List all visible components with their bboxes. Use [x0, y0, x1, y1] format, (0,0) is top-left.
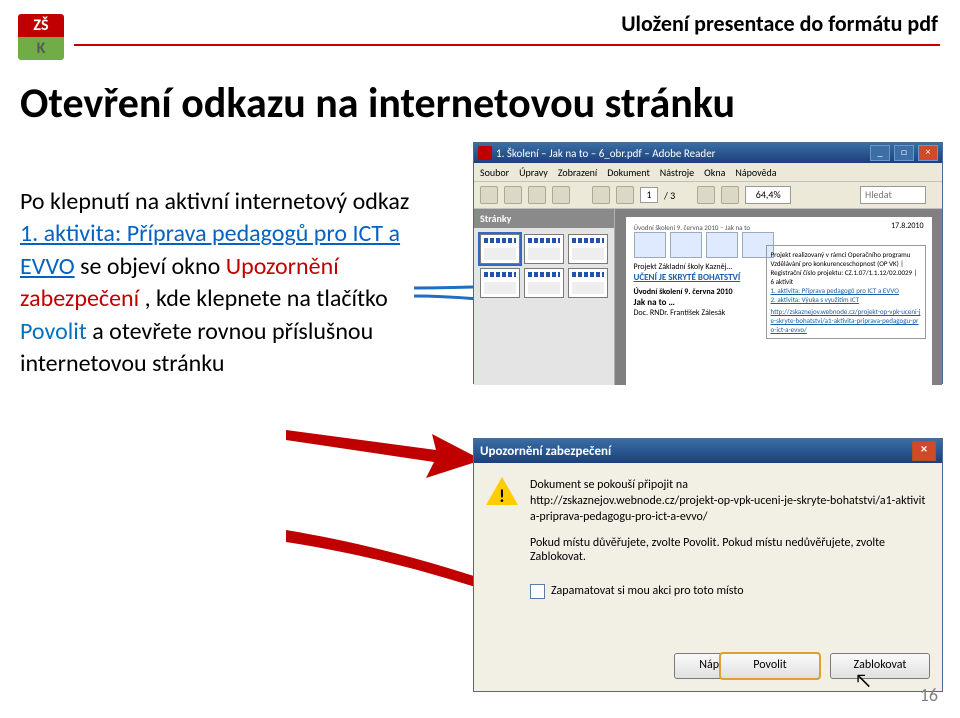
pdf-minimize-button[interactable]: _ — [870, 145, 890, 161]
menu-soubor[interactable]: Soubor — [480, 166, 509, 179]
allow-button[interactable]: Povolit — [720, 653, 820, 679]
pdf-toolbar: 1 / 3 64,4% Hledat — [474, 182, 942, 209]
prev-page-icon[interactable] — [592, 186, 610, 204]
zoom-in-icon[interactable] — [721, 186, 739, 204]
zoom-out-icon[interactable] — [697, 186, 715, 204]
remember-checkbox[interactable] — [530, 584, 545, 599]
find-field[interactable]: Hledat — [860, 186, 926, 204]
thumbnail-5[interactable] — [524, 268, 564, 298]
pdf-page-viewport[interactable]: 17.8.2010 Úvodní školení 9. června 2010 … — [615, 209, 942, 385]
remember-label: Zapamatovat si mou akci pro toto místo — [551, 584, 744, 598]
doc-right-desc: Projekt realizovaný v rámci Operačního p… — [771, 250, 921, 286]
dialog-trust-text: Pokud místu důvěřujete, zvolte Povolit. … — [474, 530, 942, 564]
dialog-line1: Dokument se pokouší připojit na — [530, 477, 930, 493]
menu-napoveda[interactable]: Nápověda — [735, 166, 776, 179]
page-number-field[interactable]: 1 — [640, 187, 658, 203]
thumbnail-2[interactable] — [524, 234, 564, 264]
red-arrow-1 — [286, 410, 486, 490]
slide-page-number: 16 — [920, 684, 938, 706]
doc-link-activity-1[interactable]: 1. aktivita: Příprava pedagogů pro ICT a… — [771, 286, 921, 295]
page-total-label: / 3 — [664, 189, 675, 202]
thumbnail-3[interactable] — [568, 234, 608, 264]
body-blue-text: Povolit — [20, 317, 87, 346]
block-button[interactable]: Zablokovat — [830, 653, 930, 679]
save-icon[interactable] — [504, 186, 522, 204]
logo-bottom-text: K — [18, 37, 64, 60]
body-p1a: Po klepnutí na aktivní internetový odkaz — [20, 187, 409, 216]
page-header-title: Uložení presentace do formátu pdf — [621, 10, 938, 37]
menu-okna[interactable]: Okna — [704, 166, 725, 179]
body-paragraph: Po klepnutí na aktivní internetový odkaz… — [20, 186, 430, 380]
menu-nastroje[interactable]: Nástroje — [660, 166, 694, 179]
zoom-field[interactable]: 64,4% — [745, 186, 791, 204]
thumbnail-6[interactable] — [568, 268, 608, 298]
header-rule — [74, 44, 940, 46]
doc-date: 17.8.2010 — [891, 221, 923, 231]
pdf-close-button[interactable]: × — [918, 145, 938, 161]
sign-icon[interactable] — [552, 186, 570, 204]
pdf-titlebar: 1. Školení – Jak na to – 6_obr.pdf – Ado… — [474, 143, 942, 163]
brand-logo: ZŠ K — [18, 14, 64, 60]
dialog-title-text: Upozornění zabezpečení — [480, 444, 611, 459]
mouse-cursor-icon: ↖ — [854, 669, 872, 693]
pdf-maximize-button[interactable]: □ — [894, 145, 914, 161]
thumbnail-1[interactable] — [480, 234, 520, 264]
print-icon[interactable] — [480, 186, 498, 204]
body-p1c: , kde klepnete na tlačítko — [145, 284, 388, 313]
adobe-icon — [478, 146, 492, 160]
doc-eu-logos — [634, 232, 774, 256]
doc-url[interactable]: http://zskaznejov.webnode.cz/projekt-op-… — [771, 307, 921, 334]
main-heading: Otevření odkazu na internetovou stránku — [20, 78, 735, 129]
dialog-close-button[interactable]: × — [912, 441, 936, 461]
next-page-icon[interactable] — [616, 186, 634, 204]
doc-link-activity-2[interactable]: 2. aktivita: Výuka s využitím ICT — [771, 295, 921, 304]
body-p1b: se objeví okno — [80, 252, 226, 281]
warning-icon: ! — [486, 477, 518, 509]
doc-top-line: Úvodní školení 9. června 2010 – Jak na t… — [634, 223, 924, 232]
logo-top-text: ZŠ — [18, 14, 64, 37]
pdf-document-page: 17.8.2010 Úvodní školení 9. června 2010 … — [626, 217, 932, 387]
menu-dokument[interactable]: Dokument — [607, 166, 650, 179]
pdf-menubar: Soubor Úpravy Zobrazení Dokument Nástroj… — [474, 163, 942, 182]
pdf-window-title: 1. Školení – Jak na to – 6_obr.pdf – Ado… — [496, 147, 716, 160]
mail-icon[interactable] — [528, 186, 546, 204]
adobe-reader-window: 1. Školení – Jak na to – 6_obr.pdf – Ado… — [473, 142, 943, 384]
thumbnails-title: Stránky — [474, 209, 614, 228]
thumbnail-4[interactable] — [480, 268, 520, 298]
security-warning-window: Upozornění zabezpečení × ! Dokument se p… — [473, 438, 943, 692]
dialog-url: http://zskaznejov.webnode.cz/projekt-op-… — [530, 493, 930, 525]
menu-zobrazeni[interactable]: Zobrazení — [558, 166, 597, 179]
menu-upravy[interactable]: Úpravy — [519, 166, 548, 179]
doc-right-box: Projekt realizovaný v rámci Operačního p… — [766, 245, 926, 339]
pdf-thumbnail-panel: Stránky — [474, 209, 615, 385]
dialog-titlebar: Upozornění zabezpečení × — [474, 439, 942, 463]
